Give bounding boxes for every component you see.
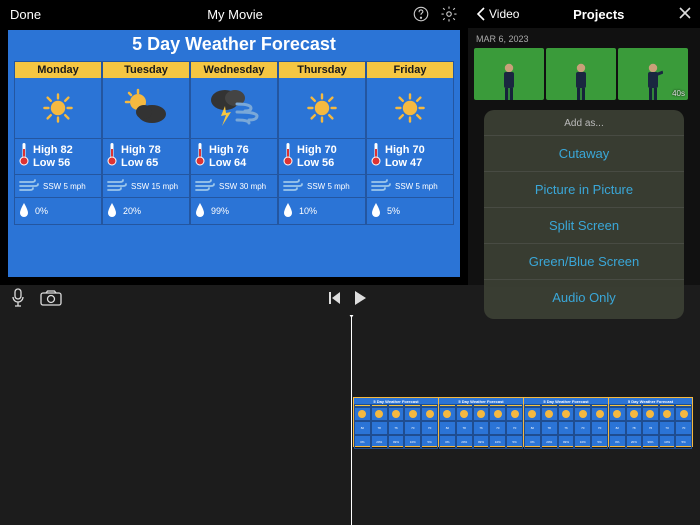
day-column: Tuesday High 78Low 65 SSW 15 mph 20%	[102, 61, 190, 225]
timeline[interactable]: 5 Day Weather Forecast82787670700%20%99%…	[0, 315, 700, 525]
timeline-clip[interactable]: 5 Day Weather Forecast82787670700%20%99%…	[523, 397, 608, 447]
media-thumb[interactable]	[546, 48, 616, 100]
popup-title: Add as...	[484, 118, 684, 135]
add-option[interactable]: Cutaway	[484, 135, 684, 171]
timeline-clip[interactable]: 5 Day Weather Forecast82787670700%20%99%…	[608, 397, 693, 447]
back-button[interactable]: Video	[476, 7, 519, 21]
weather-icon	[367, 78, 453, 138]
close-icon[interactable]	[678, 6, 692, 23]
wind-text: SSW 15 mph	[131, 182, 178, 191]
wind-icon	[107, 178, 127, 194]
camera-icon[interactable]	[40, 290, 62, 311]
wind-icon	[195, 178, 215, 194]
add-option[interactable]: Green/Blue Screen	[484, 243, 684, 279]
timeline-toolbar	[0, 285, 700, 315]
wind-text: SSW 5 mph	[307, 182, 350, 191]
preview-pane: 5 Day Weather Forecast Monday High 82Low…	[0, 28, 468, 285]
wind-icon	[283, 178, 303, 194]
day-name: Friday	[367, 62, 453, 78]
timeline-clip[interactable]: 5 Day Weather Forecast82787670700%20%99%…	[353, 397, 438, 447]
date-header: MAR 6, 2023	[468, 28, 700, 48]
weather-icon	[103, 78, 189, 138]
project-title: My Movie	[0, 7, 470, 22]
playhead[interactable]	[351, 315, 352, 525]
precip-text: 5%	[387, 206, 400, 216]
drop-icon	[107, 203, 117, 219]
forecast-slide: 5 Day Weather Forecast Monday High 82Low…	[8, 30, 460, 277]
temp-text: High 78Low 65	[121, 144, 161, 169]
day-name: Thursday	[279, 62, 365, 78]
wind-text: SSW 5 mph	[395, 182, 438, 191]
day-column: Friday High 70Low 47 SSW 5 mph 5%	[366, 61, 454, 225]
add-option[interactable]: Picture in Picture	[484, 171, 684, 207]
precip-text: 99%	[211, 206, 229, 216]
chevron-left-icon	[476, 7, 486, 21]
forecast-title: 5 Day Weather Forecast	[8, 30, 460, 61]
play-icon[interactable]	[352, 290, 368, 311]
projects-title: Projects	[573, 7, 624, 22]
thermometer-icon	[283, 142, 293, 171]
projects-header: Video Projects	[468, 0, 700, 28]
timeline-clip[interactable]: 5 Day Weather Forecast82787670700%20%99%…	[438, 397, 523, 447]
precip-text: 10%	[299, 206, 317, 216]
temp-text: High 82Low 56	[33, 144, 73, 169]
day-column: Wednesday High 76Low 64 SSW 30 mph 99%	[190, 61, 278, 225]
mic-icon[interactable]	[10, 288, 26, 313]
day-name: Monday	[15, 62, 101, 78]
precip-text: 0%	[35, 206, 48, 216]
clip-duration: 40s	[672, 89, 685, 98]
temp-text: High 70Low 47	[385, 144, 425, 169]
day-column: Monday High 82Low 56 SSW 5 mph 0%	[14, 61, 102, 225]
day-name: Wednesday	[191, 62, 277, 78]
drop-icon	[371, 203, 381, 219]
weather-icon	[191, 78, 277, 138]
wind-text: SSW 5 mph	[43, 182, 86, 191]
add-option[interactable]: Split Screen	[484, 207, 684, 243]
temp-text: High 70Low 56	[297, 144, 337, 169]
media-thumb[interactable]: 40s	[618, 48, 688, 100]
thermometer-icon	[195, 142, 205, 171]
thermometer-icon	[371, 142, 381, 171]
clip-strip: 5 Day Weather Forecast82787670700%20%99%…	[353, 397, 693, 447]
thermometer-icon	[19, 142, 29, 171]
drop-icon	[283, 203, 293, 219]
wind-icon	[19, 178, 39, 194]
wind-icon	[371, 178, 391, 194]
day-column: Thursday High 70Low 56 SSW 5 mph 10%	[278, 61, 366, 225]
drop-icon	[19, 203, 29, 219]
prev-icon[interactable]	[328, 291, 342, 310]
weather-icon	[279, 78, 365, 138]
editor-header: Done My Movie	[0, 0, 468, 28]
media-thumb[interactable]	[474, 48, 544, 100]
drop-icon	[195, 203, 205, 219]
day-name: Tuesday	[103, 62, 189, 78]
precip-text: 20%	[123, 206, 141, 216]
wind-text: SSW 30 mph	[219, 182, 266, 191]
weather-icon	[15, 78, 101, 138]
media-thumbnails: 40s	[468, 48, 700, 100]
temp-text: High 76Low 64	[209, 144, 249, 169]
thermometer-icon	[107, 142, 117, 171]
